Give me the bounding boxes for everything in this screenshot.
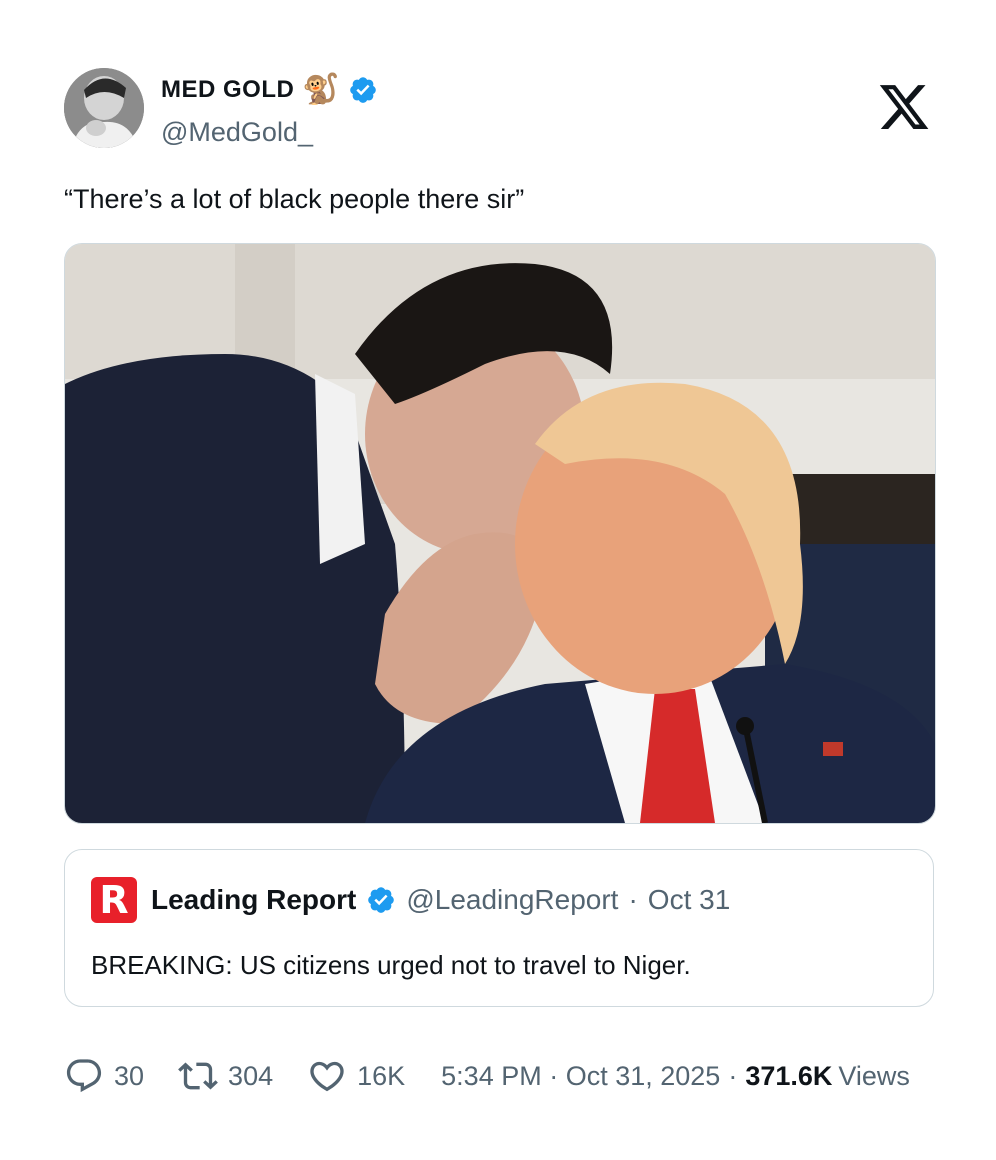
photo-illustration xyxy=(65,244,935,823)
like-button[interactable]: 16K xyxy=(307,1056,405,1096)
quoted-separator: · xyxy=(628,884,638,915)
tweet-footer: 30 304 16K 5:34 PM · Oct 31, 2025 · 371.… xyxy=(64,1052,910,1100)
quoted-author-name[interactable]: Leading Report xyxy=(151,884,356,916)
heart-icon xyxy=(310,1061,344,1092)
quoted-tweet[interactable]: R Leading Report @LeadingReport · Oct 31… xyxy=(64,849,934,1007)
monkey-emoji-icon: 🐒 xyxy=(302,73,340,106)
leading-report-logo-icon[interactable]: R xyxy=(91,877,137,923)
verified-badge-icon[interactable] xyxy=(348,75,378,105)
reply-count: 30 xyxy=(114,1060,145,1091)
quoted-author-handle[interactable]: @LeadingReport xyxy=(406,884,618,916)
x-logo-icon[interactable] xyxy=(876,80,932,134)
author-avatar[interactable] xyxy=(64,68,144,148)
like-count: 16K xyxy=(357,1060,406,1091)
reply-icon xyxy=(66,1059,102,1093)
retweet-count: 304 xyxy=(228,1060,274,1091)
reply-button[interactable]: 30 xyxy=(64,1056,144,1096)
author-display-name[interactable]: MED GOLD xyxy=(161,76,294,104)
retweet-icon xyxy=(178,1062,218,1090)
tweet-timestamp[interactable]: 5:34 PM · Oct 31, 2025 xyxy=(441,1061,720,1092)
avatar-photo xyxy=(64,68,144,148)
tweet-text: “There’s a lot of black people there sir… xyxy=(64,184,525,214)
logo-letter: R xyxy=(99,878,129,922)
quoted-date[interactable]: Oct 31 xyxy=(648,884,730,916)
quoted-tweet-text: BREAKING: US citizens urged not to trave… xyxy=(91,950,691,980)
views-count: 371.6K xyxy=(745,1060,833,1091)
quoted-tweet-header: R Leading Report @LeadingReport · Oct 31 xyxy=(91,877,730,923)
tweet-card: MED GOLD 🐒 @MedGold_ “There’s a lot of b… xyxy=(0,0,996,1160)
quoted-verified-badge-icon[interactable] xyxy=(366,885,396,915)
author-handle[interactable]: @MedGold_ xyxy=(161,117,313,148)
views-separator: · xyxy=(728,1060,738,1091)
views-label: Views xyxy=(838,1060,910,1091)
tweet-photo[interactable] xyxy=(64,243,936,824)
author-name-row: MED GOLD 🐒 xyxy=(161,70,378,110)
retweet-button[interactable]: 304 xyxy=(178,1056,273,1096)
